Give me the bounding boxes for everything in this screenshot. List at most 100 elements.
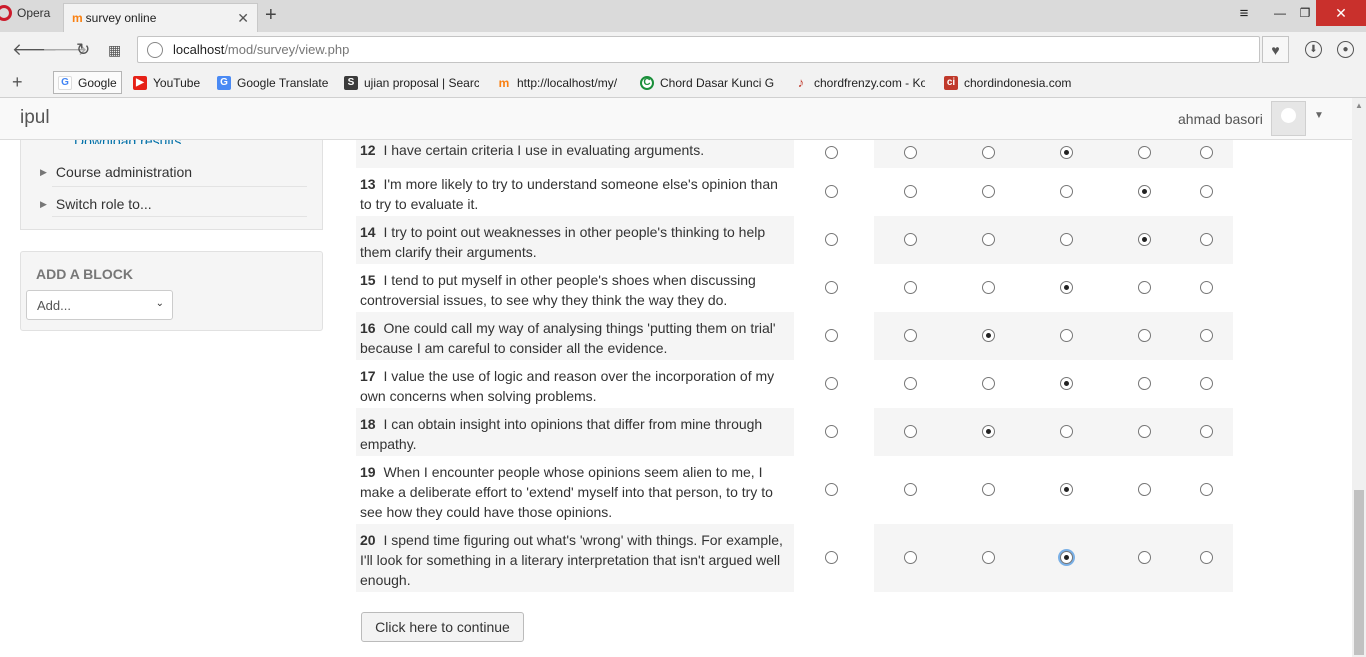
answer-radio-5[interactable] xyxy=(1138,551,1151,564)
tab-survey-online[interactable]: m survey online ✕ xyxy=(63,3,258,32)
address-bar[interactable]: localhost/mod/survey/view.php xyxy=(137,36,1260,63)
answer-radio-4[interactable] xyxy=(1060,551,1073,564)
answer-radio-6[interactable] xyxy=(1200,185,1213,198)
answer-radio-3[interactable] xyxy=(982,185,995,198)
bookmark-google[interactable]: G Google xyxy=(53,71,122,94)
continue-button[interactable]: Click here to continue xyxy=(361,612,524,642)
answer-radio-6[interactable] xyxy=(1200,483,1213,496)
answer-radio-4[interactable] xyxy=(1060,146,1073,159)
window-close-button[interactable]: ✕ xyxy=(1316,0,1366,26)
site-info-globe-icon[interactable] xyxy=(147,41,163,58)
bookmark-localhost-my[interactable]: m http://localhost/my/ xyxy=(497,71,617,94)
answer-radio-4[interactable] xyxy=(1060,483,1073,496)
answer-radio-3[interactable] xyxy=(982,146,995,159)
answer-radio-6[interactable] xyxy=(1200,551,1213,564)
answer-radio-4[interactable] xyxy=(1060,185,1073,198)
bookmark-google-translate[interactable]: G Google Translate xyxy=(217,71,328,94)
answer-radio-5[interactable] xyxy=(1138,483,1151,496)
answer-radio-5[interactable] xyxy=(1138,281,1151,294)
bookmark-ujian-proposal[interactable]: S ujian proposal | Searc xyxy=(344,71,479,94)
reload-icon[interactable]: ↻ xyxy=(76,40,90,60)
add-bookmark-icon[interactable]: + xyxy=(12,72,23,93)
speed-dial-grid-icon[interactable]: ▦ xyxy=(108,42,121,59)
answer-radio-4[interactable] xyxy=(1060,377,1073,390)
answer-radio-3[interactable] xyxy=(982,483,995,496)
bookmark-chord-dasar[interactable]: C Chord Dasar Kunci G xyxy=(640,71,774,94)
downloads-icon[interactable]: ⬇ xyxy=(1305,41,1322,58)
answer-radio-3[interactable] xyxy=(982,233,995,246)
new-tab-button[interactable]: + xyxy=(265,4,277,27)
bookmark-youtube[interactable]: ▶ YouTube xyxy=(133,71,200,94)
url-path: /mod/survey/view.php xyxy=(224,42,350,57)
answer-radio-6[interactable] xyxy=(1200,233,1213,246)
bookmark-chordindonesia[interactable]: ci chordindonesia.com xyxy=(944,71,1072,94)
answer-radio-6[interactable] xyxy=(1200,281,1213,294)
answer-radio-3[interactable] xyxy=(982,281,995,294)
answer-radio-5[interactable] xyxy=(1138,185,1151,198)
answer-radio-1[interactable] xyxy=(825,483,838,496)
answer-radio-2[interactable] xyxy=(904,483,917,496)
answer-radio-2[interactable] xyxy=(904,425,917,438)
question-label: I spend time figuring out what's 'wrong'… xyxy=(360,532,783,588)
answer-radio-1[interactable] xyxy=(825,377,838,390)
answer-radio-1[interactable] xyxy=(825,185,838,198)
scrollbar-thumb[interactable] xyxy=(1354,490,1364,655)
row-shading xyxy=(874,456,1233,524)
answer-radio-5[interactable] xyxy=(1138,425,1151,438)
question-number: 18 xyxy=(360,416,376,432)
answer-radio-2[interactable] xyxy=(904,551,917,564)
answer-radio-6[interactable] xyxy=(1200,377,1213,390)
bookmark-chordfrenzy[interactable]: ♪ chordfrenzy.com - Ko xyxy=(794,71,925,94)
answer-radio-1[interactable] xyxy=(825,329,838,342)
answer-radio-3[interactable] xyxy=(982,329,995,342)
answer-radio-3[interactable] xyxy=(982,551,995,564)
answer-radio-2[interactable] xyxy=(904,377,917,390)
site-brand[interactable]: ipul xyxy=(20,107,50,129)
question-number: 19 xyxy=(360,464,376,480)
bookmark-label: http://localhost/my/ xyxy=(517,75,618,90)
answer-radio-1[interactable] xyxy=(825,146,838,159)
answer-radio-5[interactable] xyxy=(1138,146,1151,159)
answer-radio-2[interactable] xyxy=(904,281,917,294)
answer-radio-2[interactable] xyxy=(904,329,917,342)
minimize-button[interactable]: — xyxy=(1266,0,1294,26)
answer-radio-1[interactable] xyxy=(825,551,838,564)
page-scrollbar[interactable]: ▲ xyxy=(1352,98,1366,657)
answer-radio-5[interactable] xyxy=(1138,329,1151,342)
question-text: 16 One could call my way of analysing th… xyxy=(356,312,794,360)
answer-radio-6[interactable] xyxy=(1200,425,1213,438)
scroll-up-arrow-icon[interactable]: ▲ xyxy=(1355,101,1363,110)
question-label: I try to point out weaknesses in other p… xyxy=(360,224,766,260)
answer-radio-2[interactable] xyxy=(904,185,917,198)
answer-radio-2[interactable] xyxy=(904,146,917,159)
question-text: 20 I spend time figuring out what's 'wro… xyxy=(356,524,794,592)
answer-radio-1[interactable] xyxy=(825,233,838,246)
answer-radio-4[interactable] xyxy=(1060,329,1073,342)
opera-menu-button[interactable]: Opera xyxy=(0,0,62,26)
answer-radio-1[interactable] xyxy=(825,425,838,438)
bookmark-label: ujian proposal | Searc xyxy=(364,75,479,90)
user-name[interactable]: ahmad basori xyxy=(1178,111,1263,127)
user-menu-caret-icon[interactable]: ▼ xyxy=(1314,110,1324,121)
tab-close-icon[interactable]: ✕ xyxy=(237,10,249,27)
answer-radio-4[interactable] xyxy=(1060,425,1073,438)
bookmark-heart-icon[interactable]: ♥ xyxy=(1262,36,1289,63)
bookmark-label: YouTube xyxy=(153,75,201,90)
answer-radio-3[interactable] xyxy=(982,425,995,438)
answer-radio-6[interactable] xyxy=(1200,329,1213,342)
answer-radio-4[interactable] xyxy=(1060,233,1073,246)
restore-button[interactable]: ❐ xyxy=(1292,0,1318,26)
answer-radio-5[interactable] xyxy=(1138,377,1151,390)
avatar[interactable] xyxy=(1271,101,1306,136)
moodle-icon: m xyxy=(498,75,510,90)
row-shading xyxy=(874,312,1233,360)
answer-radio-3[interactable] xyxy=(982,377,995,390)
answer-radio-2[interactable] xyxy=(904,233,917,246)
answer-radio-5[interactable] xyxy=(1138,233,1151,246)
answer-radio-6[interactable] xyxy=(1200,146,1213,159)
easy-setup-icon[interactable]: ≡ xyxy=(1230,0,1258,26)
question-label: I'm more likely to try to understand som… xyxy=(360,176,778,212)
answer-radio-1[interactable] xyxy=(825,281,838,294)
answer-radio-4[interactable] xyxy=(1060,281,1073,294)
vpn-user-icon[interactable]: ● xyxy=(1337,41,1354,58)
